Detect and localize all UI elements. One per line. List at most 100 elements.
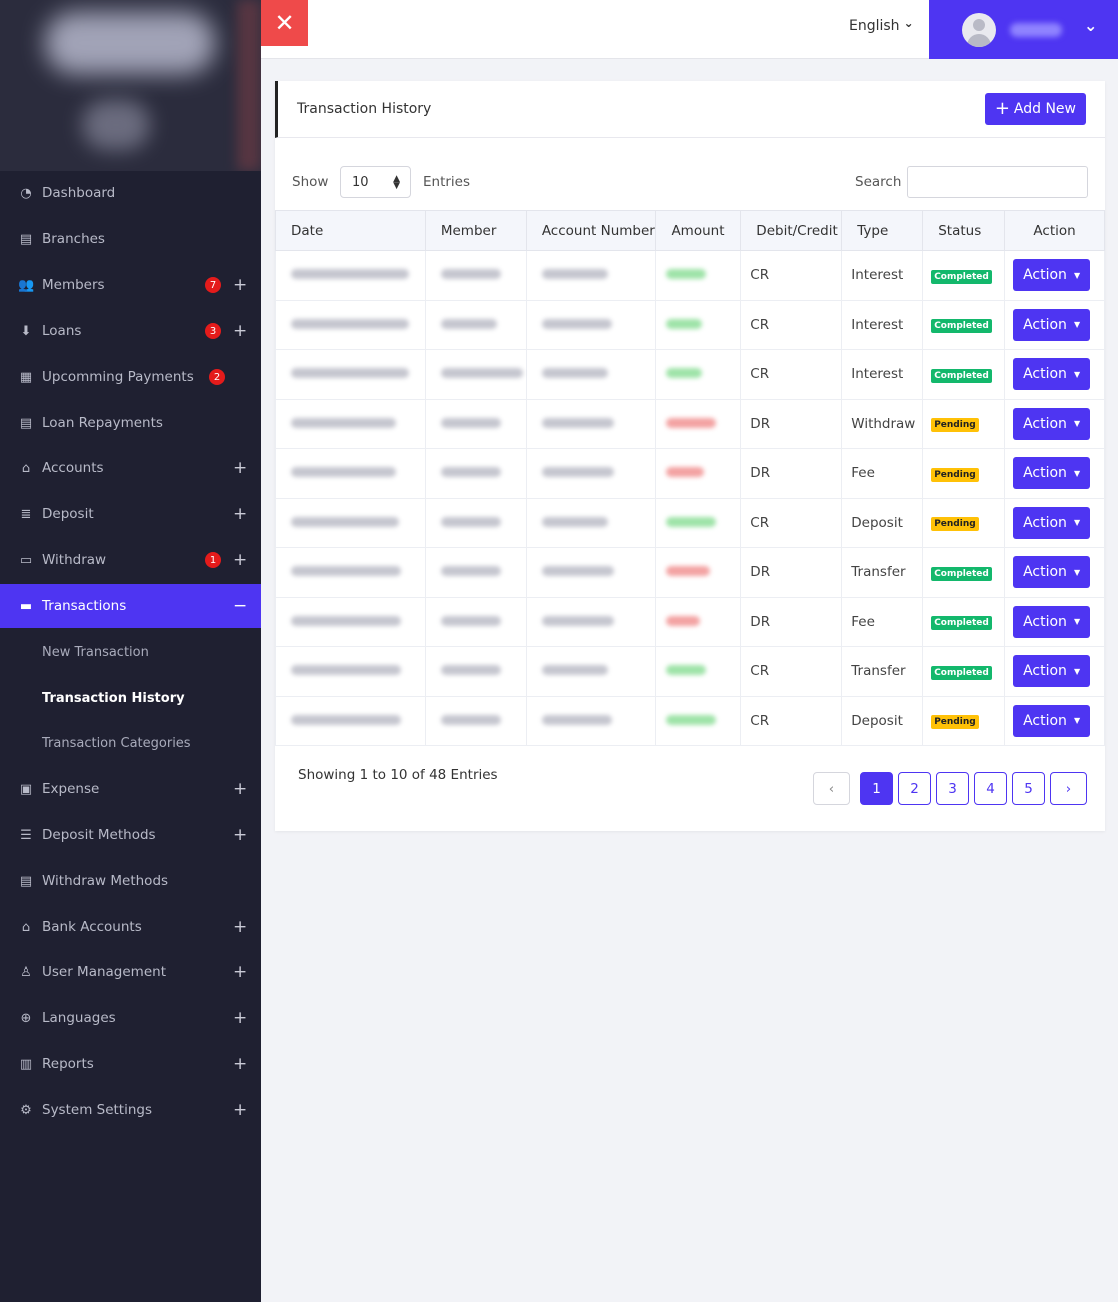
status-badge: Pending [931,517,979,532]
column-header-account-number[interactable]: Account Number [525,210,657,251]
sidebar-item-bank-accounts[interactable]: ⌂ Bank Accounts + [0,905,261,949]
column-header-date[interactable]: Date [275,210,426,251]
action-dropdown-button[interactable]: Action ▼ [1013,358,1091,391]
table-cell: DR [740,399,843,449]
column-header-status[interactable]: Status [922,210,1006,251]
building-icon: ▤ [19,231,33,247]
column-header-amount[interactable]: Amount [655,210,742,251]
collapse-icon[interactable]: − [233,597,247,615]
debit-credit-value: CR [750,712,770,729]
language-selector[interactable]: English ⌄ [849,16,914,34]
sidebar-item-label: Deposit [42,506,94,522]
column-header-type[interactable]: Type [841,210,924,251]
member-blurred [440,417,501,428]
debit-credit-value: CR [750,267,770,284]
sidebar-item-withdraw[interactable]: ▭ Withdraw 1 + [0,538,261,582]
table-cell [425,300,527,350]
column-header-member[interactable]: Member [424,210,527,251]
amount-blurred [666,467,705,478]
page-title: Transaction History [297,101,432,117]
pagination-page-1[interactable]: 1 [860,772,893,805]
action-dropdown-button[interactable]: Action ▼ [1013,457,1091,490]
table-row: CR Transfer Completed Action ▼ [275,646,1105,697]
table-cell: Deposit [841,696,924,746]
sidebar-item-deposit-methods[interactable]: ☰ Deposit Methods + [0,813,261,857]
member-blurred [440,665,501,676]
expand-icon[interactable]: + [233,1101,247,1119]
expand-icon[interactable]: + [233,551,247,569]
sidebar-item-branches[interactable]: ▤ Branches [0,217,261,261]
status-badge: Completed [931,319,992,334]
action-dropdown-button[interactable]: Action ▼ [1013,259,1091,292]
caret-down-icon: ▼ [1073,468,1081,478]
pagination-page-3[interactable]: 3 [936,772,969,805]
expand-icon[interactable]: + [233,505,247,523]
expand-icon[interactable]: + [233,826,247,844]
table-cell: Completed [922,646,1006,697]
user-menu[interactable]: ⌄ [929,0,1118,59]
expand-icon[interactable]: + [233,1055,247,1073]
table-cell: Action ▼ [1004,399,1105,449]
date-blurred [291,269,409,280]
action-dropdown-button[interactable]: Action ▼ [1013,655,1091,688]
expand-icon[interactable]: + [233,963,247,981]
table-cell [275,399,426,449]
action-dropdown-button[interactable]: Action ▼ [1013,605,1091,638]
sidebar-subitem-transaction-categories[interactable]: Transaction Categories [42,721,191,765]
expand-icon[interactable]: + [233,276,247,294]
pagination-page-5[interactable]: 5 [1012,772,1045,805]
add-new-button[interactable]: + Add New [984,93,1086,125]
sidebar-item-languages[interactable]: ⊕ Languages + [0,996,261,1040]
column-header-action[interactable]: Action [1004,210,1105,251]
sidebar-item-dashboard[interactable]: ◔ Dashboard [0,171,261,215]
sidebar-item-reports[interactable]: ▥ Reports + [0,1042,261,1086]
username-blurred [1010,22,1062,37]
table-cell [526,547,657,598]
column-header-debit-credit[interactable]: Debit/Credit [740,210,843,251]
pagination-page-2[interactable]: 2 [898,772,931,805]
sidebar-item-deposit[interactable]: ≣ Deposit + [0,492,261,536]
coins-icon: ≣ [20,506,32,522]
action-dropdown-button[interactable]: Action ▼ [1013,556,1091,589]
pagination-next-button[interactable]: › [1050,772,1087,805]
sidebar-item-expense[interactable]: ▣ Expense + [0,767,261,811]
sidebar-item-system-settings[interactable]: ⚙ System Settings + [0,1088,261,1132]
expand-icon[interactable]: + [233,1009,247,1027]
caret-down-icon: ▼ [1073,567,1081,577]
sidebar-subitem-transaction-history[interactable]: Transaction History [42,676,185,720]
avatar [962,12,996,47]
table-cell: Action ▼ [1004,597,1105,647]
close-sidebar-button[interactable]: ✕ [261,0,308,46]
action-label: Action [1023,415,1067,432]
sidebar-item-accounts[interactable]: ⌂ Accounts + [0,446,261,490]
pagination-previous-button[interactable]: ‹ [813,772,850,805]
table-body: CR Interest Completed Action ▼ CR Interest Comp… [275,250,1105,746]
table-cell [526,646,657,697]
sidebar-item-loan-repayments[interactable]: ▤ Loan Repayments [0,401,261,445]
expand-icon[interactable]: + [233,322,247,340]
sidebar-item-user-management[interactable]: ♙ User Management + [0,950,261,994]
search-input[interactable] [907,166,1088,198]
table-cell [425,696,527,746]
expand-icon[interactable]: + [233,459,247,477]
sidebar-subitem-new-transaction[interactable]: New Transaction [42,630,149,674]
entries-select[interactable]: 10 ▲ ▼ [340,166,411,198]
account-number-blurred [541,417,614,428]
sidebar-item-upcomming-payments[interactable]: ▦ Upcomming Payments 2 [0,355,261,399]
account-number-blurred [541,665,608,676]
expand-icon[interactable]: + [233,780,247,798]
action-dropdown-button[interactable]: Action ▼ [1013,407,1091,440]
action-dropdown-button[interactable]: Action ▼ [1013,308,1091,341]
action-dropdown-button[interactable]: Action ▼ [1013,704,1091,737]
sidebar-item-members[interactable]: 👥 Members 7 + [0,263,261,307]
sidebar-item-loans[interactable]: ⬇ Loans 3 + [0,309,261,353]
sidebar-item-label: Expense [42,781,100,797]
sidebar-item-label: Upcomming Payments [42,369,194,385]
expand-icon[interactable]: + [233,918,247,936]
debit-credit-value: DR [750,465,771,482]
action-dropdown-button[interactable]: Action ▼ [1013,506,1091,539]
sidebar-item-transactions[interactable]: ▬ Transactions − [0,584,261,628]
pagination-page-4[interactable]: 4 [974,772,1007,805]
action-label: Action [1023,267,1067,284]
sidebar-item-withdraw-methods[interactable]: ▤ Withdraw Methods [0,859,261,903]
